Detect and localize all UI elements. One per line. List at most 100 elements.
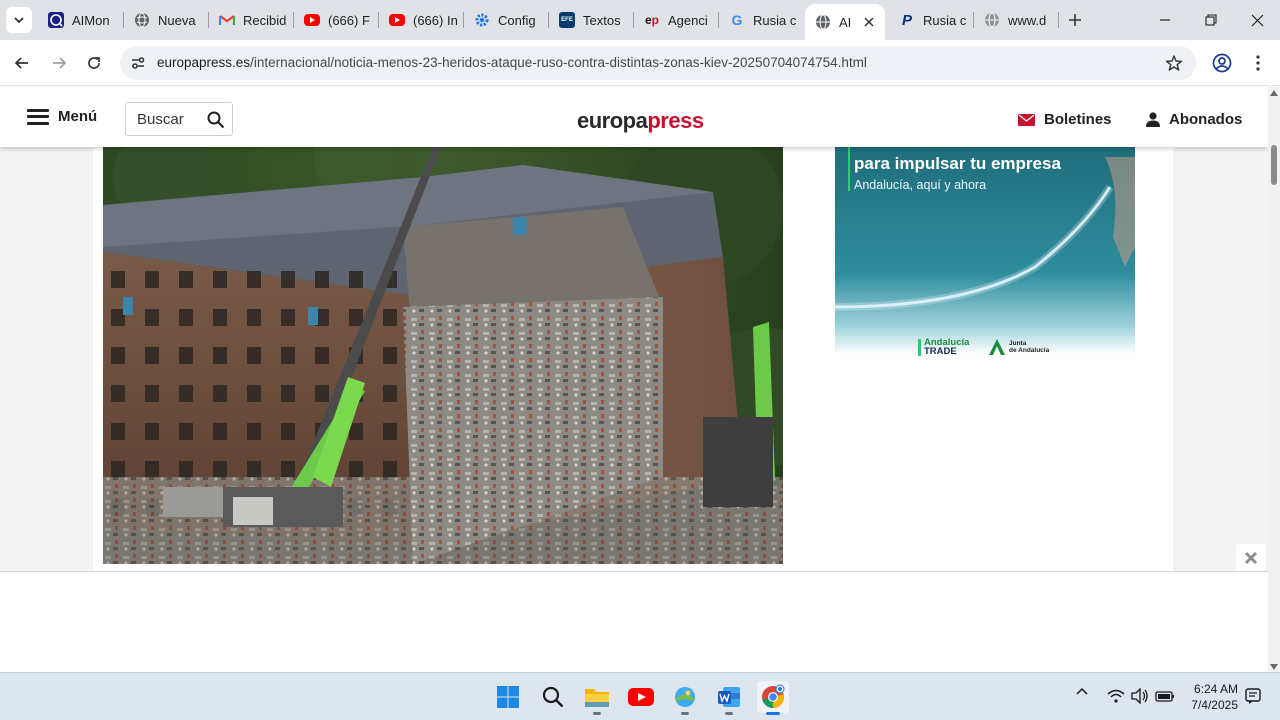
envelope-icon <box>1018 113 1035 126</box>
new-tab-button[interactable] <box>1064 9 1086 31</box>
aimon-icon <box>48 12 64 28</box>
word-icon <box>718 687 740 707</box>
tab-paypal[interactable]: P Rusia c <box>889 6 973 34</box>
running-indicator <box>593 712 601 715</box>
back-button[interactable] <box>8 49 36 77</box>
chrome-icon <box>762 684 785 708</box>
tab-config[interactable]: Config <box>464 6 548 34</box>
site-search <box>125 102 233 136</box>
page-scrollbar[interactable] <box>1268 87 1280 672</box>
taskbar-search-button[interactable] <box>537 681 569 713</box>
tab-title: Recibid <box>243 12 287 28</box>
tab-search-button[interactable] <box>6 7 32 33</box>
close-icon <box>1251 14 1263 26</box>
tab-title: Rusia c <box>753 12 797 28</box>
notifications-button[interactable] <box>1245 688 1261 704</box>
globe-icon <box>984 12 1000 28</box>
tab-title: Textos <box>583 12 621 28</box>
scrollbar-thumb[interactable] <box>1271 145 1277 185</box>
plus-icon <box>1069 14 1081 26</box>
close-icon <box>1244 551 1258 564</box>
minimize-button[interactable] <box>1142 0 1188 40</box>
menu-button[interactable]: Menú <box>27 108 97 125</box>
arrow-right-icon <box>53 57 67 69</box>
europapress-logo[interactable]: europapress <box>577 108 704 134</box>
tab-nueva[interactable]: Nueva <box>124 6 208 34</box>
word-app-button[interactable] <box>713 681 745 715</box>
close-window-button[interactable] <box>1234 0 1280 40</box>
browser-menu-button[interactable] <box>1244 49 1272 77</box>
browser-toolbar: europapress.es/internacional/noticia-men… <box>0 40 1280 86</box>
close-tab-icon[interactable] <box>861 14 877 30</box>
file-explorer-button[interactable] <box>581 681 613 715</box>
tab-title: (666) In <box>413 12 458 28</box>
clock-time: 6:24 AM <box>1193 682 1238 696</box>
url-text[interactable]: europapress.es/internacional/noticia-men… <box>157 55 867 70</box>
photos-icon <box>675 687 695 707</box>
arrow-left-icon <box>14 57 28 69</box>
tab-separator <box>1058 12 1059 28</box>
ep-icon: ep <box>644 13 660 27</box>
boletines-link[interactable]: Boletines <box>1018 111 1112 128</box>
abonados-link[interactable]: Abonados <box>1146 111 1242 128</box>
tab-youtube-2[interactable]: (666) In <box>379 6 463 34</box>
scroll-up-arrow-icon[interactable] <box>1270 90 1278 96</box>
globe-icon <box>134 12 150 28</box>
running-indicator <box>725 712 733 715</box>
browser-tab-strip: AIMon Nueva Recibid (666) F (666) In Con… <box>0 0 1280 40</box>
running-indicator <box>766 712 780 715</box>
wifi-icon <box>1107 689 1125 703</box>
windows-start-icon <box>497 686 519 708</box>
tab-active[interactable]: AI <box>805 4 885 40</box>
brand1-line2: TRADE <box>924 346 957 357</box>
brand2-line1: Junta <box>1009 340 1027 347</box>
bookmark-star-icon[interactable] <box>1164 53 1184 73</box>
logo-part1: europa <box>577 108 648 133</box>
brand2-line2: de Andalucía <box>1009 347 1050 354</box>
tab-youtube-1[interactable]: (666) F <box>294 6 378 34</box>
advertisement[interactable]: para impulsar tu empresa Andalucía, aquí… <box>835 147 1135 377</box>
article-photo[interactable] <box>103 147 783 564</box>
battery-icon <box>1155 691 1174 702</box>
scroll-down-arrow-icon[interactable] <box>1270 664 1278 670</box>
tab-title: (666) F <box>328 12 370 28</box>
tab-title: www.d <box>1008 12 1047 28</box>
network-status[interactable] <box>1107 689 1125 703</box>
tab-aimon[interactable]: AIMon <box>38 6 122 34</box>
tab-google[interactable]: G Rusia c <box>719 6 803 34</box>
globe-icon <box>815 14 831 30</box>
search-icon[interactable] <box>207 111 225 129</box>
reload-button[interactable] <box>80 49 108 77</box>
tab-title: Rusia c <box>923 12 967 28</box>
more-vertical-icon <box>1256 55 1260 71</box>
battery-status[interactable] <box>1155 689 1175 703</box>
tab-title: AIMon <box>72 12 110 28</box>
windows-start-button[interactable] <box>492 681 524 713</box>
ad-headline: para impulsar tu empresa <box>854 154 1061 173</box>
taskbar-clock[interactable]: 6:24 AM 7/4/2025 <box>1186 681 1238 713</box>
restore-button[interactable] <box>1188 0 1234 40</box>
gmail-icon <box>219 12 235 28</box>
tab-title: Nueva <box>158 12 196 28</box>
forward-button[interactable] <box>45 49 73 77</box>
chrome-app-button[interactable] <box>757 681 789 715</box>
clock-date: 7/4/2025 <box>1191 698 1238 712</box>
tab-textos[interactable]: EFE Textos <box>549 6 633 34</box>
youtube-icon <box>389 14 405 26</box>
tab-agencia[interactable]: ep Agenci <box>634 6 718 34</box>
profile-button[interactable] <box>1208 49 1236 77</box>
volume-control[interactable] <box>1131 688 1149 704</box>
show-hidden-icons-button[interactable] <box>1076 687 1088 695</box>
profile-icon <box>1212 53 1232 73</box>
youtube-app-button[interactable] <box>625 681 657 713</box>
gear-icon <box>474 12 490 28</box>
address-bar[interactable]: europapress.es/internacional/noticia-men… <box>120 46 1196 80</box>
site-info-icon[interactable] <box>128 53 148 73</box>
close-banner-button[interactable] <box>1236 544 1266 571</box>
tab-gmail[interactable]: Recibid <box>209 6 293 34</box>
tab-www[interactable]: www.d <box>974 6 1058 34</box>
tab-title: Agenci <box>668 12 708 28</box>
photos-app-button[interactable] <box>669 681 701 715</box>
search-input[interactable] <box>137 111 199 128</box>
tab-title: Config <box>498 12 536 28</box>
